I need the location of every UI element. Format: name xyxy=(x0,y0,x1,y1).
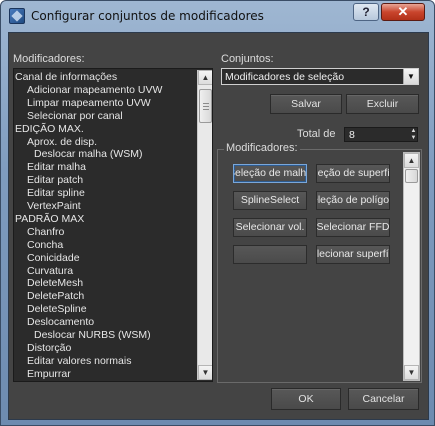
sets-label: Conjuntos: xyxy=(221,53,274,65)
scrollbar-thumb[interactable] xyxy=(199,89,212,123)
save-button[interactable]: Salvar xyxy=(270,94,342,114)
modifiers-list-scrollbar[interactable]: ▲ ▼ xyxy=(197,70,212,380)
list-item[interactable]: Editar malha xyxy=(27,161,86,173)
spinner-up-icon[interactable]: ▲ xyxy=(409,128,418,134)
arrow-down-icon[interactable]: ▼ xyxy=(198,365,212,380)
list-item[interactable]: EDIÇÃO MAX. xyxy=(15,123,84,135)
modifiers-group: Modificadores: xyxy=(217,142,422,383)
list-item[interactable]: Limpar mapeamento UVW xyxy=(27,97,151,109)
modifier-slot-label: SplineSelect xyxy=(240,194,300,206)
total-label: Total de xyxy=(297,128,336,140)
close-button[interactable]: ✕ xyxy=(381,3,425,21)
list-item[interactable]: Empurrar xyxy=(27,368,71,380)
arrow-up-icon[interactable]: ▲ xyxy=(198,70,212,85)
list-item[interactable]: Editar valores normais xyxy=(27,355,131,367)
chevron-down-icon[interactable]: ▼ xyxy=(403,69,418,84)
help-button[interactable]: ? xyxy=(353,3,379,21)
arrow-up-icon[interactable]: ▲ xyxy=(404,153,419,168)
list-item[interactable]: Editar spline xyxy=(27,187,85,199)
list-item[interactable]: DeleteMesh xyxy=(27,277,83,289)
total-value: 8 xyxy=(349,129,355,141)
group-title: Modificadores: xyxy=(224,142,300,154)
modifier-slot-button[interactable]: Selecionar FFD xyxy=(316,218,390,237)
modifier-slot-label: Seleção de polígono xyxy=(317,194,390,206)
ok-button[interactable]: OK xyxy=(271,388,341,410)
list-item[interactable]: Curvatura xyxy=(27,265,73,277)
modifier-slot-button[interactable]: SplineSelect xyxy=(233,191,307,210)
modifiers-label: Modificadores: xyxy=(13,53,85,65)
modifier-slot-label: Seleção de superfície xyxy=(317,167,390,179)
list-item[interactable]: PADRÃO MAX xyxy=(15,213,84,225)
list-item[interactable]: Deslocamento xyxy=(27,316,94,328)
list-item[interactable]: Selecionar por canal xyxy=(27,110,123,122)
app-icon xyxy=(9,8,25,24)
modifiers-group-scrollbar[interactable]: ▲ ▼ xyxy=(403,152,420,381)
list-item[interactable]: DeleteSpline xyxy=(27,303,87,315)
sets-dropdown[interactable]: Modificadores de seleção ▼ xyxy=(221,68,419,85)
modifier-slot-label: Seleção de malha xyxy=(234,167,307,179)
modifier-slot-button[interactable]: Seleção de superfície xyxy=(316,164,390,183)
modifier-slot-button[interactable]: Seleção de polígono xyxy=(316,191,390,210)
delete-button[interactable]: Excluir xyxy=(346,94,419,114)
list-item[interactable]: Chanfro xyxy=(27,226,64,238)
modifier-slot-button[interactable]: Seleção de malha xyxy=(233,164,307,183)
list-item[interactable]: Deslocar NURBS (WSM) xyxy=(34,329,151,341)
cancel-button[interactable]: Cancelar xyxy=(348,388,419,410)
list-item[interactable]: Adicionar mapeamento UVW xyxy=(27,84,162,96)
list-item[interactable]: Conicidade xyxy=(27,252,80,264)
scrollbar-thumb[interactable] xyxy=(405,169,418,183)
list-item[interactable]: Deslocar malha (WSM) xyxy=(34,148,143,160)
dialog-window: Configurar conjuntos de modificadores ? … xyxy=(0,0,435,426)
title-bar[interactable]: Configurar conjuntos de modificadores ? … xyxy=(1,1,435,32)
modifiers-list[interactable]: Empurrar Editar valores normais Distorção D… xyxy=(13,68,213,382)
modifier-slot-button[interactable]: Selecionar vol. xyxy=(233,218,307,237)
list-item[interactable]: Aprox. de disp. xyxy=(27,136,97,148)
modifier-slot-label: Selecionar superfície xyxy=(316,248,389,260)
spinner-down-icon[interactable]: ▼ xyxy=(409,135,418,141)
arrow-down-icon[interactable]: ▼ xyxy=(404,365,419,380)
modifier-slot-label: Selecionar FFD xyxy=(316,221,390,233)
list-item[interactable]: DeletePatch xyxy=(27,290,84,302)
sets-dropdown-value: Modificadores de seleção xyxy=(225,71,345,83)
window-title: Configurar conjuntos de modificadores xyxy=(31,9,264,23)
modifier-slot-button[interactable] xyxy=(233,245,307,264)
modifier-slot-button[interactable]: Selecionar superfície xyxy=(316,245,390,264)
list-item[interactable]: Editar patch xyxy=(27,174,83,186)
list-item[interactable]: Concha xyxy=(27,239,63,251)
modifier-slot-label: Selecionar vol. xyxy=(235,221,305,233)
list-item[interactable]: VertexPaint xyxy=(27,200,81,212)
list-item[interactable]: Distorção xyxy=(27,342,71,354)
total-spinner[interactable]: 8 ▲ ▼ xyxy=(344,127,418,142)
dialog-client: Modificadores: Empurrar Editar valores no… xyxy=(8,32,429,420)
list-item[interactable]: Canal de informações xyxy=(15,71,117,83)
